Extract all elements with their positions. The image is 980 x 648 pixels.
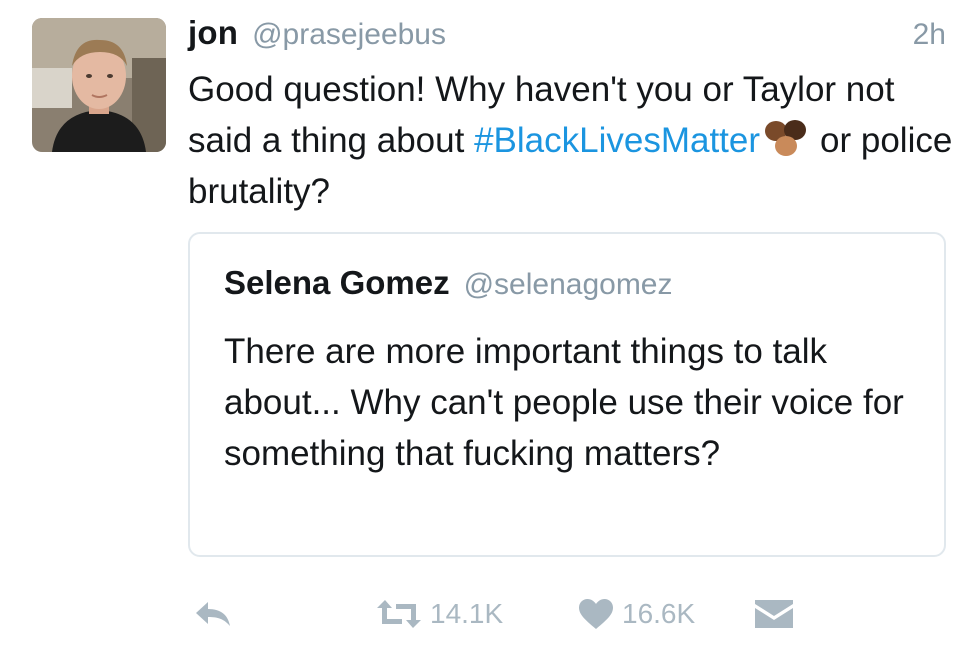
direct-message-button[interactable] [754, 592, 794, 636]
retweet-count: 14.1K [430, 598, 504, 629]
quoted-author-display-name: Selena Gomez [224, 264, 450, 301]
quoted-tweet-header: Selena Gomez @selenagomez [224, 264, 673, 302]
direct-message-icon [755, 600, 793, 628]
author-handle[interactable]: @prasejeebus [252, 18, 446, 52]
avatar-image [32, 18, 166, 152]
raised-fists-icon [762, 118, 810, 158]
tweet-text: Good question! Why haven't you or Taylor… [188, 64, 958, 217]
retweet-button[interactable]: 14.1K [376, 592, 503, 636]
reply-button[interactable] [192, 592, 234, 636]
tweet-timestamp[interactable]: 2h [913, 18, 946, 52]
author-avatar[interactable] [32, 18, 166, 152]
reply-icon [196, 602, 230, 626]
like-button[interactable]: 16.6K [578, 592, 695, 636]
heart-icon [579, 599, 613, 629]
quoted-tweet-card[interactable]: Selena Gomez @selenagomez There are more… [188, 232, 946, 557]
tweet-actions-bar: 14.1K 16.6K [188, 592, 888, 636]
like-count: 16.6K [622, 598, 696, 629]
tweet-header: jon @prasejeebus [188, 14, 446, 58]
author-display-name[interactable]: jon [188, 14, 238, 52]
retweet-icon [377, 600, 421, 628]
quoted-author-handle: @selenagomez [463, 268, 673, 301]
quoted-tweet-text: There are more important things to talk … [224, 332, 904, 473]
hashtag-link[interactable]: #BlackLivesMatter [474, 121, 760, 160]
